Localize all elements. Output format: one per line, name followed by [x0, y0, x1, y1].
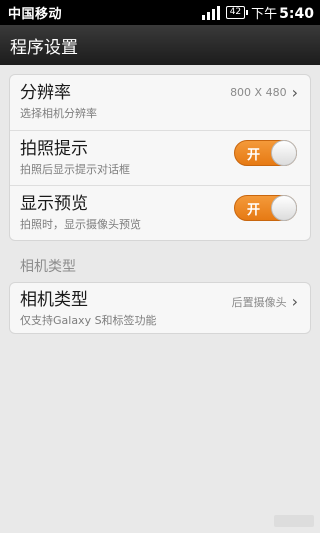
setting-camera-type-value: 后置摄像头 — [231, 296, 287, 309]
setting-show-preview[interactable]: 显示预览 拍照时，显示摄像头预览 开 — [10, 185, 310, 240]
watermark-logo — [274, 515, 314, 527]
page-title: 程序设置 — [10, 37, 78, 58]
photo-prompt-toggle[interactable]: 开 — [234, 140, 297, 166]
camera-type-section-header: 相机类型 — [20, 259, 76, 275]
chevron-right-icon: › — [291, 292, 298, 311]
clock-ampm: 下午 — [251, 7, 278, 22]
clock: 下午 5:40 — [251, 3, 314, 22]
status-icons: 42 下午 5:40 — [201, 3, 314, 22]
toggle-knob — [271, 195, 297, 221]
battery-icon: 42 — [225, 6, 249, 19]
toggle-knob — [271, 140, 297, 166]
show-preview-toggle[interactable]: 开 — [234, 195, 297, 221]
settings-card: 分辨率 选择相机分辨率 800 X 480 › 拍照提示 拍照后显示提示对话框 … — [9, 74, 311, 241]
toggle-on-label: 开 — [247, 148, 261, 163]
setting-camera-type[interactable]: 相机类型 仅支持Galaxy S和标签功能 后置摄像头 › — [10, 283, 310, 333]
signal-icon — [201, 5, 220, 20]
setting-camera-type-summary: 仅支持Galaxy S和标签功能 — [20, 314, 157, 327]
carrier-name: 中国移动 — [8, 7, 63, 22]
title-bar: 程序设置 — [0, 25, 320, 65]
setting-camera-type-value-group: 后置摄像头 › — [232, 294, 298, 310]
clock-time: 5:40 — [279, 6, 314, 22]
toggle-on-label: 开 — [247, 203, 261, 218]
setting-resolution[interactable]: 分辨率 选择相机分辨率 800 X 480 › — [10, 75, 310, 130]
setting-resolution-value-group: 800 X 480 › — [230, 82, 298, 102]
status-bar: 中国移动 42 下午 5:40 — [0, 0, 320, 25]
chevron-right-icon: › — [291, 82, 298, 102]
setting-resolution-value: 800 X 480 — [230, 86, 287, 99]
setting-photo-prompt[interactable]: 拍照提示 拍照后显示提示对话框 开 — [10, 130, 310, 185]
setting-resolution-summary: 选择相机分辨率 — [20, 107, 97, 120]
camera-type-card: 相机类型 仅支持Galaxy S和标签功能 后置摄像头 › — [9, 282, 311, 334]
